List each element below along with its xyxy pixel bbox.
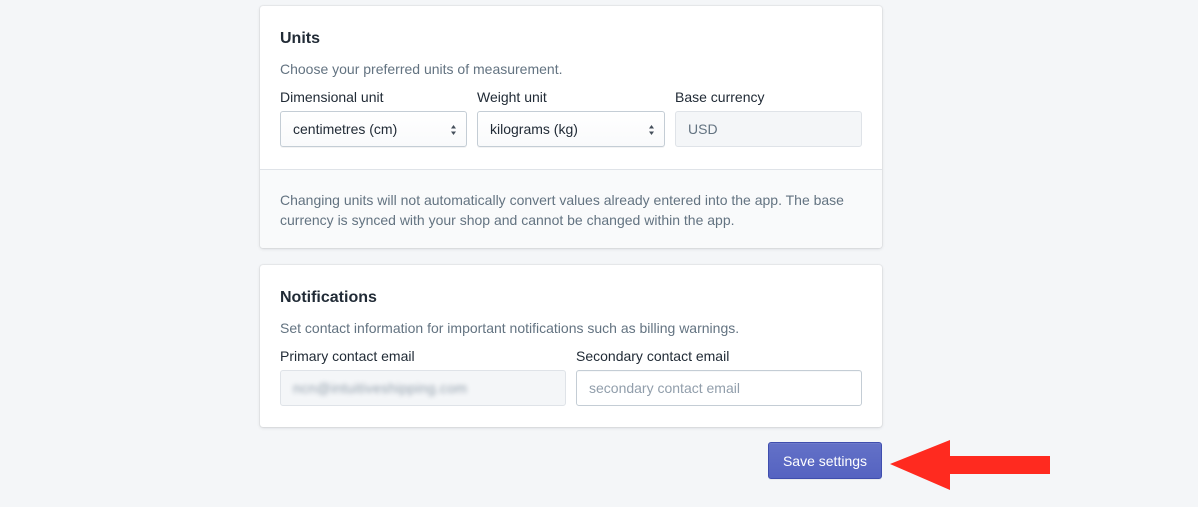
dimensional-unit-label: Dimensional unit <box>280 89 384 105</box>
secondary-email-input[interactable]: secondary contact email <box>576 370 862 406</box>
notifications-title: Notifications <box>280 289 377 306</box>
base-currency-field: USD <box>675 111 862 147</box>
units-footer-text: Changing units will not automatically co… <box>280 192 844 228</box>
primary-email-field[interactable]: ncn@intuitiveshipping.com <box>280 370 566 406</box>
primary-email-label: Primary contact email <box>280 348 415 364</box>
select-arrows-icon <box>451 125 456 135</box>
units-footer-note: Changing units will not automatically co… <box>260 169 882 248</box>
weight-unit-value: kilograms (kg) <box>490 121 578 137</box>
notifications-description: Set contact information for important no… <box>280 320 740 336</box>
annotation-arrow-icon <box>890 440 1050 490</box>
units-description: Choose your preferred units of measureme… <box>280 61 563 77</box>
base-currency-value: USD <box>688 121 718 137</box>
notifications-card: Notifications Set contact information fo… <box>260 265 882 427</box>
secondary-email-placeholder: secondary contact email <box>589 380 740 396</box>
save-settings-button[interactable]: Save settings <box>768 442 882 479</box>
settings-page: Units Choose your preferred units of mea… <box>0 0 1198 507</box>
weight-unit-label: Weight unit <box>477 89 547 105</box>
units-card: Units Choose your preferred units of mea… <box>260 6 882 248</box>
primary-email-value: ncn@intuitiveshipping.com <box>293 380 468 396</box>
dimensional-unit-value: centimetres (cm) <box>293 121 398 137</box>
dimensional-unit-select[interactable]: centimetres (cm) <box>280 111 467 147</box>
base-currency-label: Base currency <box>675 89 765 105</box>
save-settings-label: Save settings <box>782 452 868 469</box>
units-title: Units <box>280 30 320 47</box>
weight-unit-select[interactable]: kilograms (kg) <box>477 111 665 147</box>
select-arrows-icon <box>649 125 654 135</box>
secondary-email-label: Secondary contact email <box>576 348 730 364</box>
